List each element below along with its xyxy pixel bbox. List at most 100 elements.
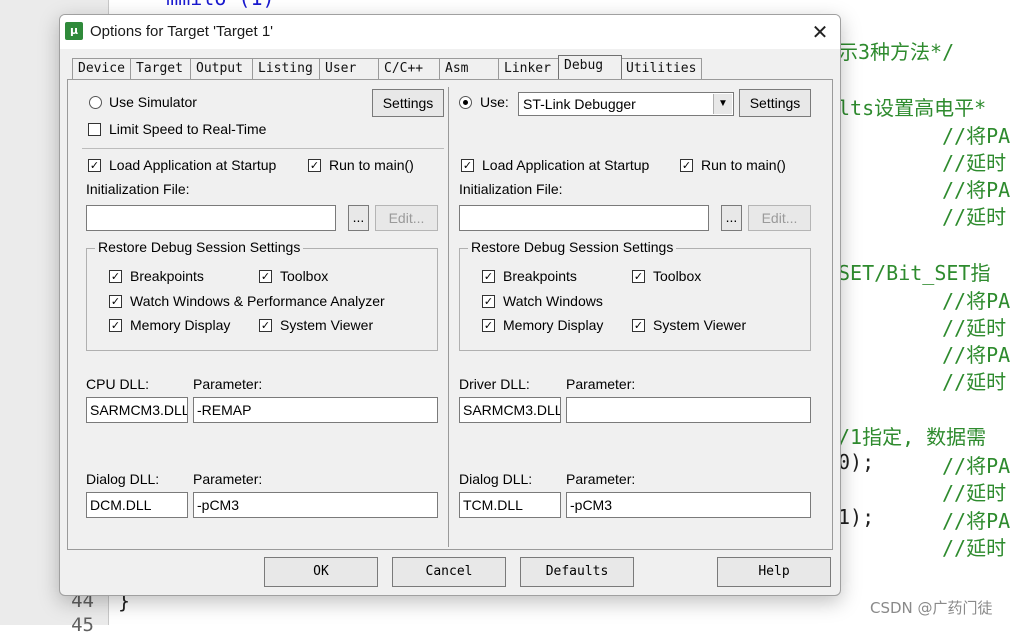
code-comment: //将PA: [942, 289, 1011, 313]
right-dialog-parameter-label: Parameter:: [566, 471, 636, 487]
right-memory-label: Memory Display: [503, 317, 604, 333]
left-system-viewer-label: System Viewer: [280, 317, 374, 333]
code-comment: SET/Bit_SET指: [838, 261, 991, 285]
dialog-dll-label: Dialog DLL:: [86, 471, 160, 487]
left-watch-label: Watch Windows & Performance Analyzer: [130, 293, 385, 309]
left-memory-label: Memory Display: [130, 317, 231, 333]
tab-device[interactable]: Device: [72, 58, 134, 79]
driver-parameter-input[interactable]: [566, 397, 811, 423]
right-edit-button[interactable]: Edit...: [748, 205, 811, 231]
dialog-parameter-label: Parameter:: [193, 471, 263, 487]
close-icon[interactable]: ✕: [800, 15, 840, 49]
right-memory-checkbox[interactable]: ✓: [482, 319, 495, 332]
tab-debug[interactable]: Debug: [558, 55, 622, 79]
tab-output[interactable]: Output: [190, 58, 253, 79]
left-breakpoints-checkbox[interactable]: ✓: [109, 270, 122, 283]
limit-speed-label: Limit Speed to Real-Time: [109, 121, 267, 137]
code-comment: //将PA: [942, 343, 1011, 367]
left-watch-checkbox[interactable]: ✓: [109, 295, 122, 308]
right-load-app-label: Load Application at Startup: [482, 157, 650, 173]
title-bar[interactable]: μ Options for Target 'Target 1' ✕: [60, 15, 840, 49]
code-line: 1);: [838, 505, 875, 529]
driver-dll-label: Driver DLL:: [459, 376, 530, 392]
right-init-file-input[interactable]: [459, 205, 709, 231]
right-system-viewer-checkbox[interactable]: ✓: [632, 319, 645, 332]
left-toolbox-label: Toolbox: [280, 268, 329, 284]
dialog-title: Options for Target 'Target 1': [90, 23, 274, 40]
left-run-to-main-label: Run to main(): [329, 157, 414, 173]
tab-cpp[interactable]: C/C++: [378, 58, 440, 79]
driver-dll-input[interactable]: SARMCM3.DLL: [459, 397, 561, 423]
code-comment: //延时: [942, 536, 1007, 560]
code-comment: //将PA: [942, 124, 1011, 148]
watermark: CSDN @广药门徒: [870, 599, 993, 617]
right-watch-label: Watch Windows: [503, 293, 603, 309]
code-comment: lts设置高电平*: [838, 96, 987, 120]
code-line: 0);: [838, 450, 875, 474]
cancel-button[interactable]: Cancel: [392, 557, 506, 587]
tab-asm[interactable]: Asm: [439, 58, 501, 79]
dialog-dll-input[interactable]: DCM.DLL: [86, 492, 188, 518]
right-browse-button[interactable]: ...: [721, 205, 742, 231]
code-comment: 示3种方法*/: [838, 40, 955, 64]
left-browse-button[interactable]: ...: [348, 205, 369, 231]
left-edit-button[interactable]: Edit...: [375, 205, 438, 231]
left-init-file-input[interactable]: [86, 205, 336, 231]
left-init-file-label: Initialization File:: [86, 181, 190, 197]
right-run-to-main-label: Run to main(): [701, 157, 786, 173]
left-memory-checkbox[interactable]: ✓: [109, 319, 122, 332]
simulator-settings-button[interactable]: Settings: [372, 89, 444, 117]
right-toolbox-label: Toolbox: [653, 268, 702, 284]
line-number: 45: [71, 614, 94, 636]
panel-divider: [448, 87, 449, 547]
right-toolbox-checkbox[interactable]: ✓: [632, 270, 645, 283]
code-comment: //将PA: [942, 509, 1011, 533]
dialog-parameter-input[interactable]: -pCM3: [193, 492, 438, 518]
right-system-viewer-label: System Viewer: [653, 317, 747, 333]
right-run-to-main-checkbox[interactable]: ✓: [680, 159, 693, 172]
cpu-dll-label: CPU DLL:: [86, 376, 150, 392]
right-load-app-checkbox[interactable]: ✓: [461, 159, 474, 172]
tab-utilities[interactable]: Utilities: [620, 58, 702, 79]
left-restore-group: Restore Debug Session Settings ✓ Breakpo…: [86, 239, 438, 351]
tab-listing[interactable]: Listing: [252, 58, 323, 79]
right-init-file-label: Initialization File:: [459, 181, 563, 197]
left-system-viewer-checkbox[interactable]: ✓: [259, 319, 272, 332]
right-breakpoints-label: Breakpoints: [503, 268, 577, 284]
debugger-select-value: ST-Link Debugger: [523, 96, 636, 112]
code-comment: //将PA: [942, 454, 1011, 478]
code-comment: //延时: [942, 316, 1007, 340]
right-watch-checkbox[interactable]: ✓: [482, 295, 495, 308]
right-breakpoints-checkbox[interactable]: ✓: [482, 270, 495, 283]
left-restore-title: Restore Debug Session Settings: [95, 239, 304, 255]
chevron-down-icon[interactable]: ▼: [713, 94, 732, 114]
right-restore-title: Restore Debug Session Settings: [468, 239, 677, 255]
debugger-settings-button[interactable]: Settings: [739, 89, 811, 117]
right-dialog-parameter-input[interactable]: -pCM3: [566, 492, 811, 518]
right-dialog-dll-input[interactable]: TCM.DLL: [459, 492, 561, 518]
use-simulator-label: Use Simulator: [109, 94, 197, 110]
code-comment: //延时: [942, 151, 1007, 175]
tab-user[interactable]: User: [319, 58, 381, 79]
tab-linker[interactable]: Linker: [498, 58, 560, 79]
code-line: mmilo (1): [118, 0, 274, 10]
left-load-app-checkbox[interactable]: ✓: [88, 159, 101, 172]
cpu-dll-input[interactable]: SARMCM3.DLL: [86, 397, 188, 423]
code-comment: //延时: [942, 481, 1007, 505]
use-debugger-radio[interactable]: [459, 96, 472, 109]
keil-app-icon: μ: [65, 22, 83, 40]
tab-target[interactable]: Target: [130, 58, 192, 79]
cpu-parameter-input[interactable]: -REMAP: [193, 397, 438, 423]
limit-speed-checkbox[interactable]: [88, 123, 101, 136]
defaults-button[interactable]: Defaults: [520, 557, 634, 587]
use-simulator-radio[interactable]: [89, 96, 102, 109]
right-restore-group: Restore Debug Session Settings ✓ Breakpo…: [459, 239, 811, 351]
help-button[interactable]: Help: [717, 557, 831, 587]
debugger-select[interactable]: ST-Link Debugger ▼: [518, 92, 734, 116]
left-separator: [82, 148, 444, 149]
left-toolbox-checkbox[interactable]: ✓: [259, 270, 272, 283]
driver-parameter-label: Parameter:: [566, 376, 636, 392]
options-dialog: μ Options for Target 'Target 1' ✕ Device…: [59, 14, 841, 596]
left-run-to-main-checkbox[interactable]: ✓: [308, 159, 321, 172]
ok-button[interactable]: OK: [264, 557, 378, 587]
